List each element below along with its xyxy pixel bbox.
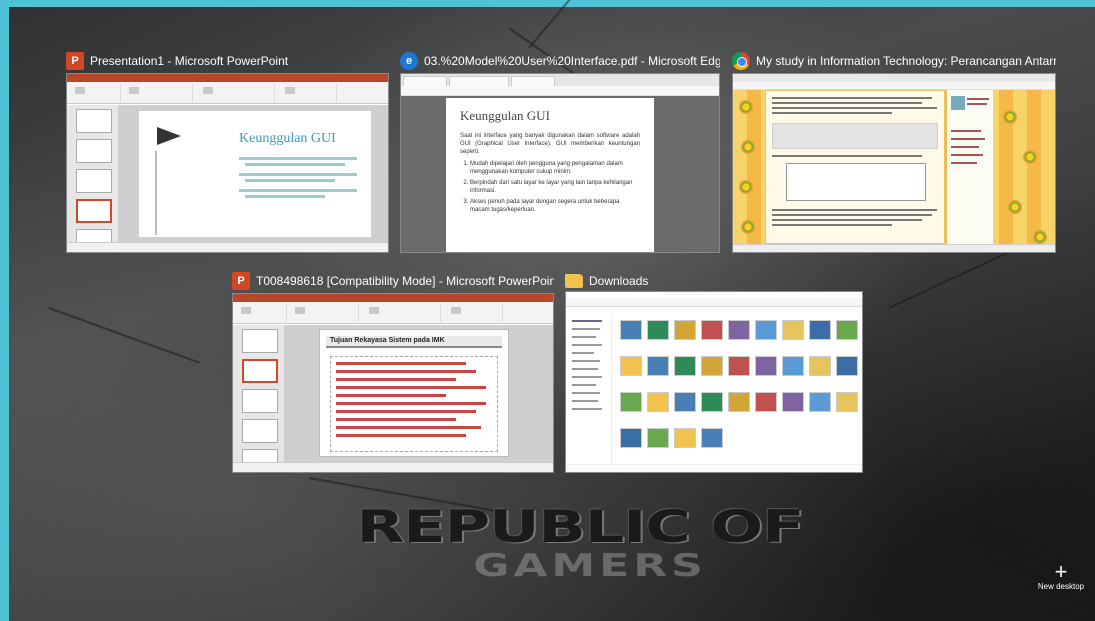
file-thumbnail[interactable] xyxy=(728,392,750,412)
task-view-window-chrome-blog[interactable]: My study in Information Technology: Pera… xyxy=(732,49,1056,254)
window-title: T008498618 [Compatibility Mode] - Micros… xyxy=(256,274,554,288)
file-thumbnail[interactable] xyxy=(674,320,696,340)
file-thumbnail[interactable] xyxy=(755,356,777,376)
file-grid xyxy=(612,314,862,464)
powerpoint-icon: P xyxy=(66,52,84,70)
file-thumbnail[interactable] xyxy=(701,392,723,412)
file-thumbnail[interactable] xyxy=(701,428,723,448)
window-title: Downloads xyxy=(589,274,649,288)
file-thumbnail[interactable] xyxy=(728,356,750,376)
pdf-heading: Keunggulan GUI xyxy=(460,108,550,123)
wallpaper-logo-subtext: GAMERS xyxy=(473,548,707,584)
edge-icon: e xyxy=(400,52,418,70)
window-title: 03.%20Model%20User%20Interface.pdf - Mic… xyxy=(424,54,720,68)
window-thumbnail: Tujuan Rekayasa Sistem pada IMK xyxy=(232,293,554,473)
file-thumbnail[interactable] xyxy=(701,356,723,376)
chrome-icon xyxy=(732,52,750,70)
file-thumbnail[interactable] xyxy=(701,320,723,340)
file-thumbnail[interactable] xyxy=(782,392,804,412)
file-thumbnail[interactable] xyxy=(755,392,777,412)
pdf-intro: Saat ini interface yang banyak digunakan… xyxy=(460,133,640,155)
file-thumbnail[interactable] xyxy=(620,356,642,376)
window-thumbnail: Keunggulan GUI xyxy=(66,73,389,253)
task-view-window-downloads[interactable]: Downloads xyxy=(565,269,863,475)
file-thumbnail[interactable] xyxy=(674,356,696,376)
file-thumbnail[interactable] xyxy=(647,392,669,412)
file-thumbnail[interactable] xyxy=(647,356,669,376)
file-thumbnail[interactable] xyxy=(620,428,642,448)
file-thumbnail[interactable] xyxy=(809,392,831,412)
file-thumbnail[interactable] xyxy=(647,320,669,340)
file-thumbnail[interactable] xyxy=(782,356,804,376)
file-thumbnail[interactable] xyxy=(620,320,642,340)
new-desktop-button[interactable]: + New desktop xyxy=(1027,559,1095,602)
file-thumbnail[interactable] xyxy=(674,392,696,412)
task-view-window-presentation1[interactable]: P Presentation1 - Microsoft PowerPoint K… xyxy=(66,49,389,254)
plus-icon: + xyxy=(1054,559,1068,584)
task-view-window-edge-pdf[interactable]: e 03.%20Model%20User%20Interface.pdf - M… xyxy=(400,49,720,254)
file-thumbnail[interactable] xyxy=(728,320,750,340)
pdf-point: Berpindah dari satu layar ke layar yang … xyxy=(470,179,640,195)
window-thumbnail xyxy=(732,73,1056,253)
file-thumbnail[interactable] xyxy=(836,356,858,376)
window-title: My study in Information Technology: Pera… xyxy=(756,54,1056,68)
pdf-point: Mudah dipelajari oleh pengguna yang peng… xyxy=(470,160,640,176)
window-title: Presentation1 - Microsoft PowerPoint xyxy=(90,54,289,68)
window-frame-top xyxy=(0,0,1095,7)
slide-heading: Tujuan Rekayasa Sistem pada IMK xyxy=(330,337,445,344)
file-thumbnail[interactable] xyxy=(809,320,831,340)
slide-heading: Keunggulan GUI xyxy=(239,131,336,146)
file-thumbnail[interactable] xyxy=(782,320,804,340)
file-thumbnail[interactable] xyxy=(647,428,669,448)
window-thumbnail xyxy=(565,291,863,473)
pdf-page: Keunggulan GUI Saat ini interface yang b… xyxy=(446,98,654,252)
task-view-window-t008498618[interactable]: P T008498618 [Compatibility Mode] - Micr… xyxy=(232,269,554,475)
window-frame-left xyxy=(0,0,9,621)
pdf-point: Akses penuh pada layar dengan segera unt… xyxy=(470,198,640,214)
file-thumbnail[interactable] xyxy=(620,392,642,412)
file-thumbnail[interactable] xyxy=(674,428,696,448)
file-thumbnail[interactable] xyxy=(755,320,777,340)
window-thumbnail: Keunggulan GUI Saat ini interface yang b… xyxy=(400,73,720,253)
file-thumbnail[interactable] xyxy=(809,356,831,376)
file-thumbnail[interactable] xyxy=(836,392,858,412)
file-thumbnail[interactable] xyxy=(836,320,858,340)
powerpoint-icon: P xyxy=(232,272,250,290)
folder-icon xyxy=(565,274,583,288)
wallpaper-logo-text: REPUBLIC OF xyxy=(356,500,805,553)
new-desktop-label: New desktop xyxy=(1037,582,1085,591)
